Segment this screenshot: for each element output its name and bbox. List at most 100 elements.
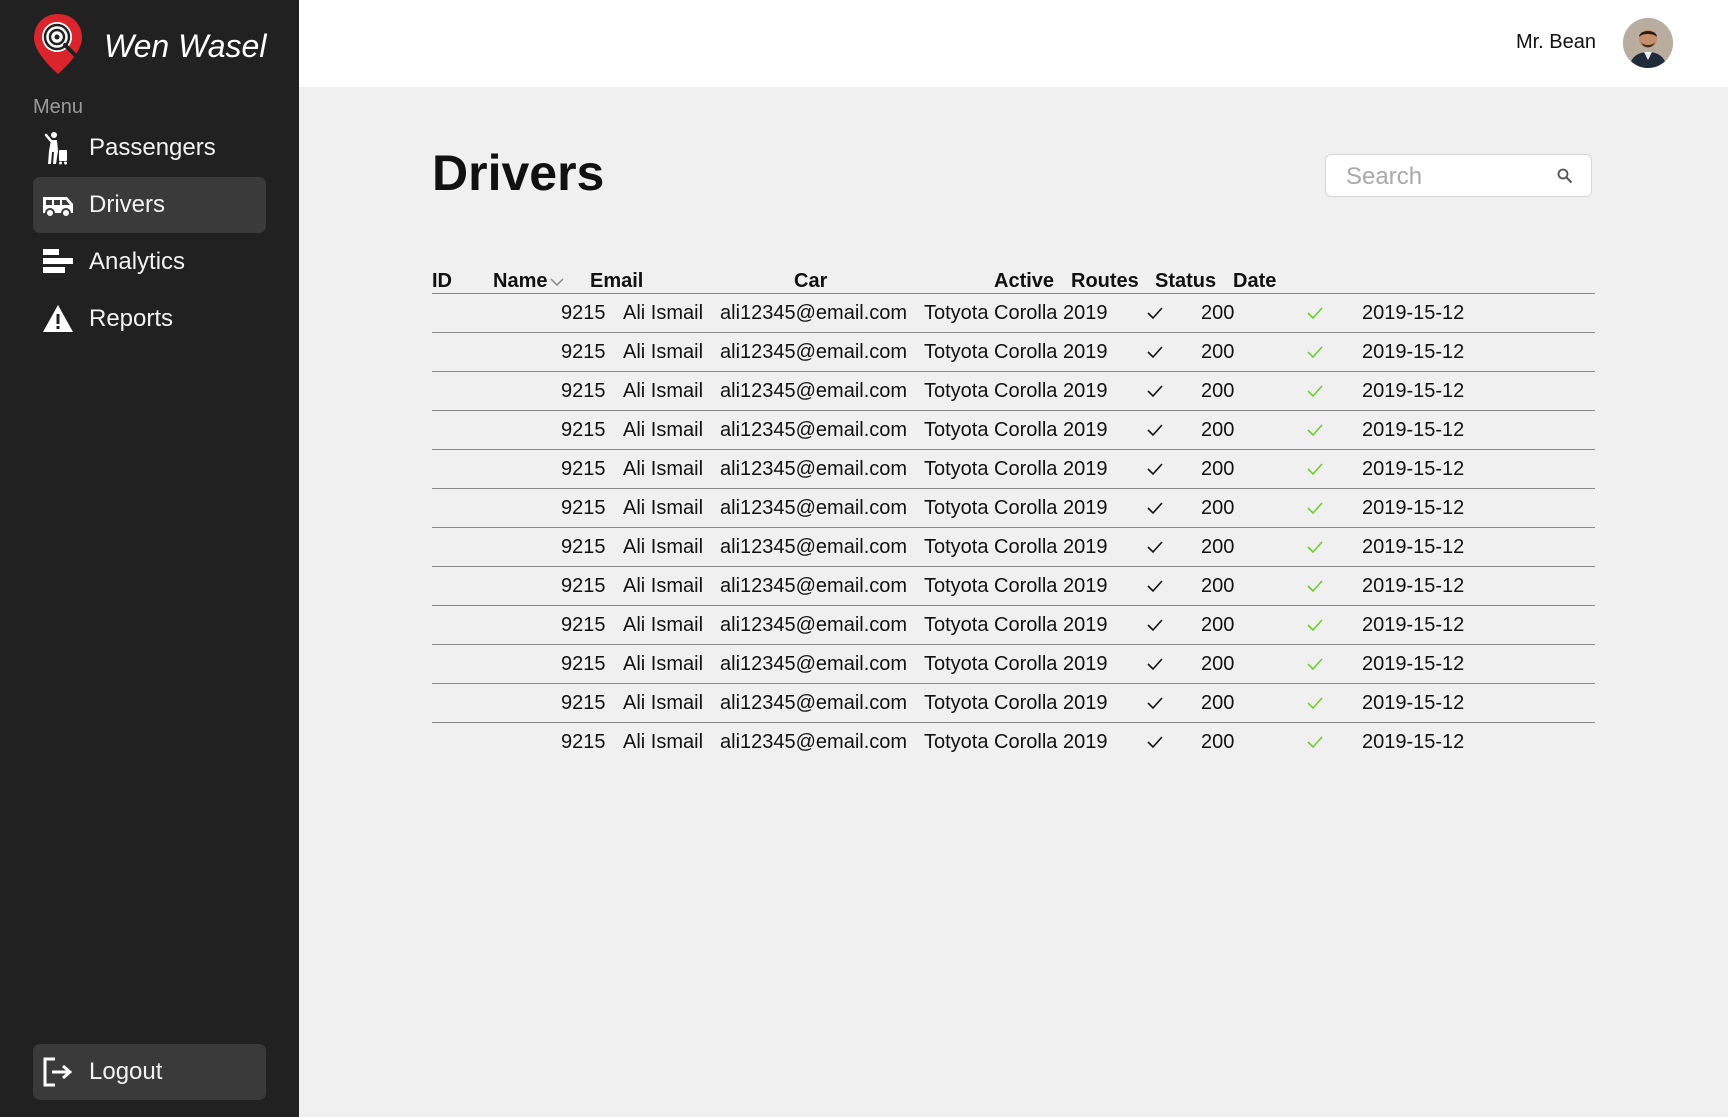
cell-email: ali12345@email.com [720,341,908,363]
cell-name: Ali Ismail [623,458,704,480]
logout-button[interactable]: Logout [33,1044,266,1100]
column-header-car[interactable]: Car [794,270,827,293]
status-check-icon [1306,341,1324,359]
cell-id: 9215 [561,497,606,519]
cell-date: 2019-15-12 [1362,653,1465,675]
sidebar-item-label: Passengers [89,134,216,161]
column-header-name[interactable]: Name [493,270,565,293]
cell-car: Totyota Corolla 2019 [924,692,1108,714]
cell-car: Totyota Corolla 2019 [924,731,1108,753]
table-row[interactable]: 9215 Ali Ismail ali12345@email.com Totyota … [432,333,1595,372]
cell-car: Totyota Corolla 2019 [924,419,1108,441]
cell-car: Totyota Corolla 2019 [924,614,1108,636]
sidebar-item-reports[interactable]: Reports [33,291,266,347]
cell-name: Ali Ismail [623,653,704,675]
cell-routes: 200 [1201,614,1235,636]
status-check-icon [1306,497,1324,515]
cell-id: 9215 [561,536,606,558]
cell-id: 9215 [561,575,606,597]
menu-label: Menu [33,96,84,118]
sidebar-item-analytics[interactable]: Analytics [33,234,266,290]
cell-email: ali12345@email.com [720,536,908,558]
cell-date: 2019-15-12 [1362,419,1465,441]
bar-chart-icon [41,245,75,279]
column-header-status[interactable]: Status [1155,270,1216,293]
chevron-down-icon [550,277,565,286]
active-check-icon [1146,341,1164,359]
cell-id: 9215 [561,302,606,324]
cell-email: ali12345@email.com [720,419,908,441]
cell-name: Ali Ismail [623,419,704,441]
cell-id: 9215 [561,458,606,480]
table-row[interactable]: 9215 Ali Ismail ali12345@email.com Totyota … [432,294,1595,333]
table-row[interactable]: 9215 Ali Ismail ali12345@email.com Totyota … [432,606,1595,645]
cell-routes: 200 [1201,302,1235,324]
sidebar-item-passengers[interactable]: Passengers [33,120,266,176]
status-check-icon [1306,536,1324,554]
logout-icon [41,1055,75,1089]
column-header-active[interactable]: Active [994,270,1054,293]
table-row[interactable]: 9215 Ali Ismail ali12345@email.com Totyota … [432,645,1595,684]
table-row[interactable]: 9215 Ali Ismail ali12345@email.com Totyota … [432,567,1595,606]
search-icon[interactable] [1557,168,1573,184]
search-input[interactable] [1344,161,1548,193]
sidebar-item-label: Drivers [89,191,165,218]
cell-email: ali12345@email.com [720,458,908,480]
cell-name: Ali Ismail [623,380,704,402]
active-check-icon [1146,380,1164,398]
table-row[interactable]: 9215 Ali Ismail ali12345@email.com Totyota … [432,450,1595,489]
cell-id: 9215 [561,614,606,636]
app-name: Wen Wasel [104,27,267,64]
sidebar: Wen Wasel Menu Passengers Drivers Analyt… [0,0,299,1117]
cell-name: Ali Ismail [623,731,704,753]
column-header-email[interactable]: Email [590,270,643,293]
cell-email: ali12345@email.com [720,302,908,324]
table-row[interactable]: 9215 Ali Ismail ali12345@email.com Totyota … [432,684,1595,723]
cell-routes: 200 [1201,497,1235,519]
brand[interactable]: Wen Wasel [32,13,267,78]
cell-name: Ali Ismail [623,614,704,636]
sidebar-item-drivers[interactable]: Drivers [33,177,266,233]
active-check-icon [1146,302,1164,320]
column-header-id[interactable]: ID [432,270,452,293]
table-row[interactable]: 9215 Ali Ismail ali12345@email.com Totyota … [432,411,1595,450]
cell-name: Ali Ismail [623,575,704,597]
cell-email: ali12345@email.com [720,575,908,597]
column-header-name-label: Name [493,270,548,292]
cell-routes: 200 [1201,536,1235,558]
column-header-date[interactable]: Date [1233,270,1276,293]
cell-email: ali12345@email.com [720,692,908,714]
cell-date: 2019-15-12 [1362,302,1465,324]
logout-label: Logout [89,1058,163,1085]
search-box [1325,154,1592,197]
cell-car: Totyota Corolla 2019 [924,536,1108,558]
cell-id: 9215 [561,653,606,675]
van-icon [41,188,75,222]
table-row[interactable]: 9215 Ali Ismail ali12345@email.com Totyota … [432,489,1595,528]
cell-car: Totyota Corolla 2019 [924,458,1108,480]
cell-id: 9215 [561,692,606,714]
column-header-routes[interactable]: Routes [1071,270,1139,293]
table-row[interactable]: 9215 Ali Ismail ali12345@email.com Totyota … [432,372,1595,411]
cell-routes: 200 [1201,575,1235,597]
cell-routes: 200 [1201,692,1235,714]
cell-car: Totyota Corolla 2019 [924,380,1108,402]
status-check-icon [1306,614,1324,632]
active-check-icon [1146,692,1164,710]
cell-routes: 200 [1201,653,1235,675]
active-check-icon [1146,653,1164,671]
cell-car: Totyota Corolla 2019 [924,497,1108,519]
cell-email: ali12345@email.com [720,731,908,753]
cell-name: Ali Ismail [623,536,704,558]
table-row[interactable]: 9215 Ali Ismail ali12345@email.com Totyota … [432,723,1595,761]
active-check-icon [1146,731,1164,749]
top-bar: Mr. Bean [299,0,1728,87]
cell-date: 2019-15-12 [1362,341,1465,363]
avatar[interactable] [1623,18,1673,68]
table-row[interactable]: 9215 Ali Ismail ali12345@email.com Totyota … [432,528,1595,567]
cell-date: 2019-15-12 [1362,731,1465,753]
cell-car: Totyota Corolla 2019 [924,341,1108,363]
sidebar-item-label: Analytics [89,248,186,275]
cell-routes: 200 [1201,731,1235,753]
user-name[interactable]: Mr. Bean [1516,31,1596,54]
